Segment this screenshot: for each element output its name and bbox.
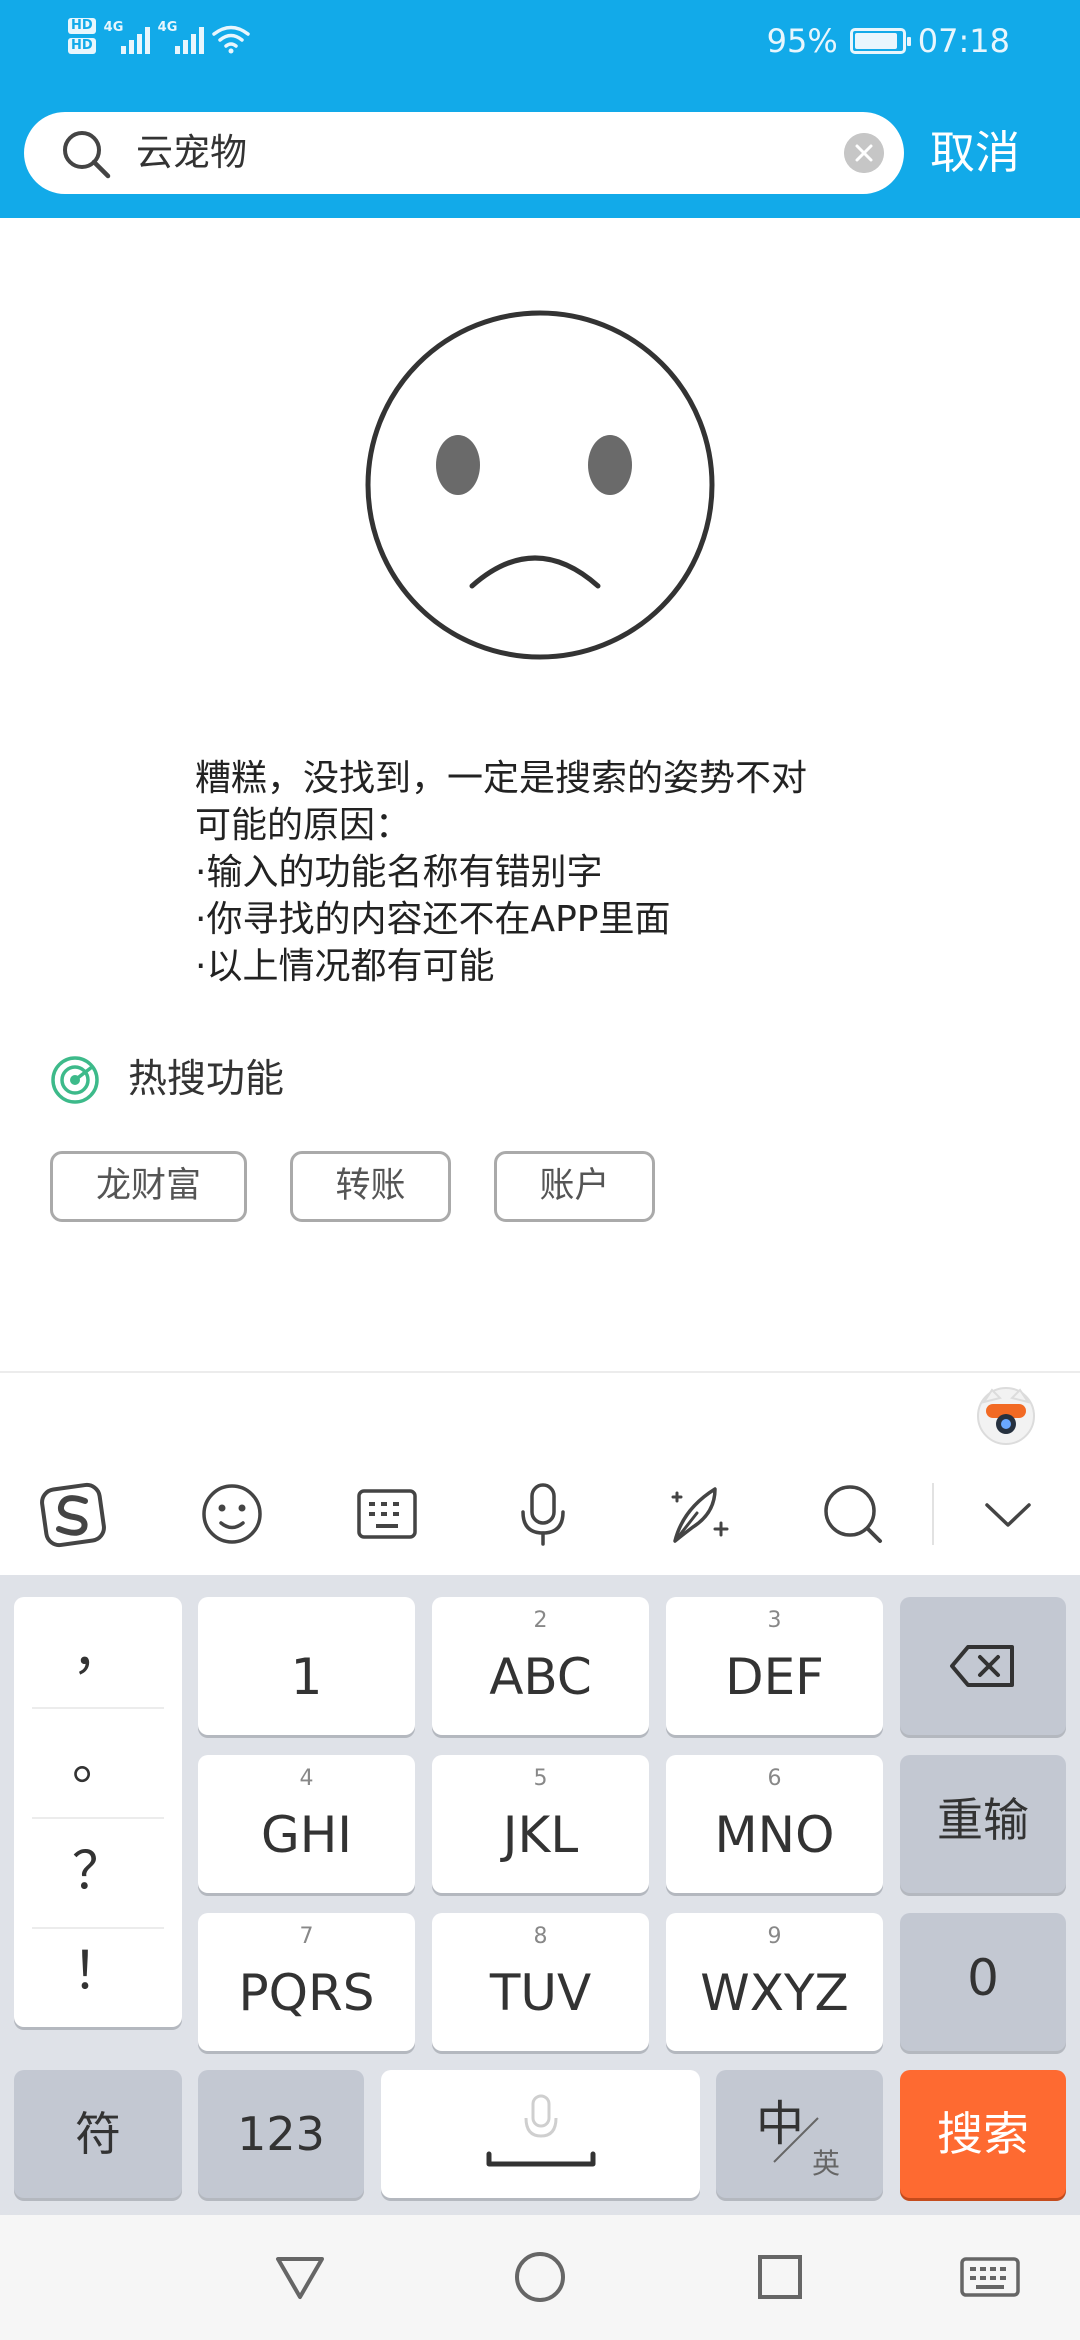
clock-time: 07:18 xyxy=(917,22,1010,60)
emoji-icon[interactable] xyxy=(197,1479,267,1549)
cell-signal-icon-2: 4G xyxy=(158,16,204,54)
keyboard-layout-icon[interactable] xyxy=(352,1479,422,1549)
radar-icon xyxy=(51,1056,99,1104)
punctuation-key[interactable]: ， xyxy=(14,1597,182,1707)
key-0[interactable]: 0 xyxy=(900,1913,1066,2051)
hot-search-tags: 龙财富 转账 账户 xyxy=(50,1151,655,1222)
numbers-button[interactable]: 123 xyxy=(198,2070,364,2198)
key-wxyz[interactable]: 9 WXYZ xyxy=(666,1913,883,2051)
back-icon[interactable] xyxy=(272,2249,328,2305)
search-icon[interactable] xyxy=(818,1479,888,1549)
reenter-button[interactable]: 重输 xyxy=(900,1755,1066,1893)
no-result-line: ·输入的功能名称有错别字 xyxy=(195,852,603,893)
microphone-icon[interactable] xyxy=(508,1479,578,1549)
system-nav-bar xyxy=(0,2215,1080,2340)
key-pqrs[interactable]: 7 PQRS xyxy=(198,1913,415,2051)
home-icon[interactable] xyxy=(512,2249,568,2305)
status-bar: HD HD 4G 4G 95% 07:18 xyxy=(0,0,1080,92)
sogou-logo-icon[interactable] xyxy=(38,1479,108,1549)
sad-face-icon xyxy=(365,310,715,660)
lang-sub-label: 英 xyxy=(812,2147,841,2180)
chevron-down-icon[interactable] xyxy=(973,1479,1043,1549)
hot-tag-button[interactable]: 龙财富 xyxy=(50,1151,247,1222)
keyboard-divider xyxy=(0,1371,1080,1373)
punctuation-key[interactable]: ？ xyxy=(14,1817,182,1927)
key-tuv[interactable]: 8 TUV xyxy=(432,1913,649,2051)
keyboard-hide-icon[interactable] xyxy=(958,2249,1022,2305)
keyboard-mascot-icon[interactable] xyxy=(974,1382,1038,1446)
battery-icon xyxy=(849,28,911,54)
key-def[interactable]: 3 DEF xyxy=(666,1597,883,1735)
search-key-button[interactable]: 搜索 xyxy=(900,2070,1066,2198)
search-input[interactable]: 云宠物 xyxy=(24,112,904,194)
keyboard: ， 。 ？ ！ 1 2 ABC 3 DEF 4 GHI 5 JKL 6 MNO xyxy=(0,1575,1080,2215)
cell-signal-icon-1: 4G xyxy=(104,16,150,54)
key-ghi[interactable]: 4 GHI xyxy=(198,1755,415,1893)
header-bar: HD HD 4G 4G 95% 07:18 云宠物 取消 xyxy=(0,0,1080,218)
toolbar-separator xyxy=(932,1483,934,1545)
recents-icon[interactable] xyxy=(752,2249,808,2305)
no-result-line: 可能的原因： xyxy=(195,805,412,846)
hd-badge-1: HD xyxy=(68,18,96,34)
key-1[interactable]: 1 xyxy=(198,1597,415,1735)
no-result-line: ·以上情况都有可能 xyxy=(195,946,495,987)
space-bar[interactable] xyxy=(381,2070,700,2198)
cancel-button[interactable]: 取消 xyxy=(930,112,1020,194)
no-result-line: ·你寻找的内容还不在APP里面 xyxy=(195,899,671,940)
search-icon xyxy=(63,131,111,179)
signal-indicators: HD HD 4G 4G xyxy=(68,16,250,54)
key-mno[interactable]: 6 MNO xyxy=(666,1755,883,1893)
search-query-text[interactable]: 云宠物 xyxy=(136,112,247,194)
language-switch-button[interactable]: 中 英 xyxy=(716,2070,883,2198)
punctuation-key[interactable]: ！ xyxy=(14,1917,182,2027)
hd-badge-2: HD xyxy=(68,38,96,54)
punctuation-key[interactable]: 。 xyxy=(14,1707,182,1817)
space-mic-icon xyxy=(486,2094,596,2167)
handwriting-icon[interactable] xyxy=(663,1479,733,1549)
hot-search-title: 热搜功能 xyxy=(128,1057,285,1102)
hot-tag-button[interactable]: 转账 xyxy=(290,1151,451,1222)
punctuation-column: ， 。 ？ ！ xyxy=(14,1597,182,2027)
no-result-message: 糟糕，没找到，一定是搜索的姿势不对 可能的原因： ·输入的功能名称有错别字 ·你… xyxy=(195,755,807,990)
clear-search-icon[interactable] xyxy=(844,133,884,173)
battery-percent: 95% xyxy=(766,22,838,60)
hot-tag-button[interactable]: 账户 xyxy=(494,1151,655,1222)
keyboard-toolbar xyxy=(0,1455,1080,1575)
symbols-button[interactable]: 符 xyxy=(14,2070,182,2198)
key-jkl[interactable]: 5 JKL xyxy=(432,1755,649,1893)
wifi-icon xyxy=(211,25,250,54)
no-result-line: 糟糕，没找到，一定是搜索的姿势不对 xyxy=(195,758,808,799)
key-abc[interactable]: 2 ABC xyxy=(432,1597,649,1735)
backspace-button[interactable] xyxy=(900,1597,1066,1735)
backspace-icon xyxy=(950,1645,1014,1687)
